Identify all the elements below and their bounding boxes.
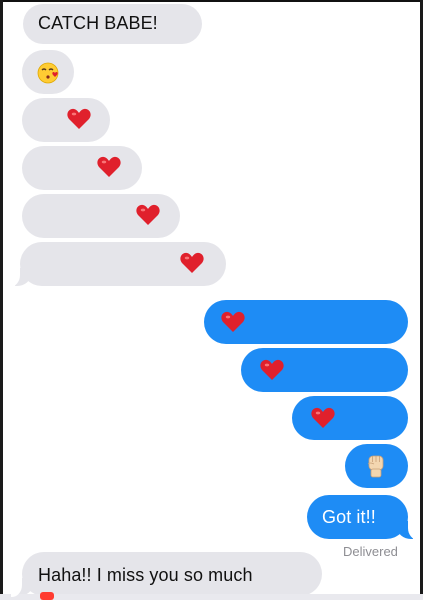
notification-badge <box>40 592 54 600</box>
red-heart-emoji <box>96 155 122 179</box>
message-bubble-received[interactable] <box>22 146 142 190</box>
red-heart-emoji <box>66 107 92 131</box>
raised-fist-emoji <box>364 453 388 479</box>
message-bubble-sent[interactable] <box>345 444 408 488</box>
message-bubble-sent[interactable] <box>241 348 408 392</box>
red-heart-emoji <box>135 203 161 227</box>
keyboard-bar-edge <box>0 594 423 600</box>
kissing-face-emoji <box>37 61 61 85</box>
message-bubble-received[interactable] <box>22 194 180 238</box>
delivered-status: Delivered <box>343 544 398 559</box>
red-heart-emoji <box>259 358 285 382</box>
message-bubble-received[interactable]: Haha!! I miss you so much <box>11 552 322 597</box>
message-bubble-sent[interactable] <box>292 396 408 440</box>
screen-top-edge <box>0 0 423 2</box>
red-heart-emoji <box>179 251 205 275</box>
message-bubble-received[interactable] <box>9 242 226 287</box>
message-bubble-received[interactable]: CATCH BABE! <box>23 4 202 44</box>
message-bubble-received[interactable] <box>22 98 110 142</box>
red-heart-emoji <box>220 310 246 334</box>
red-heart-emoji <box>310 406 336 430</box>
message-text: Haha!! I miss you so much <box>38 565 253 585</box>
message-text: Got it!! <box>322 507 376 527</box>
message-text: CATCH BABE! <box>38 13 158 33</box>
message-bubble-received[interactable] <box>22 50 74 94</box>
message-bubble-sent[interactable]: Got it!! <box>307 495 419 540</box>
message-bubble-sent[interactable] <box>204 300 408 344</box>
screen-left-edge <box>0 0 3 600</box>
